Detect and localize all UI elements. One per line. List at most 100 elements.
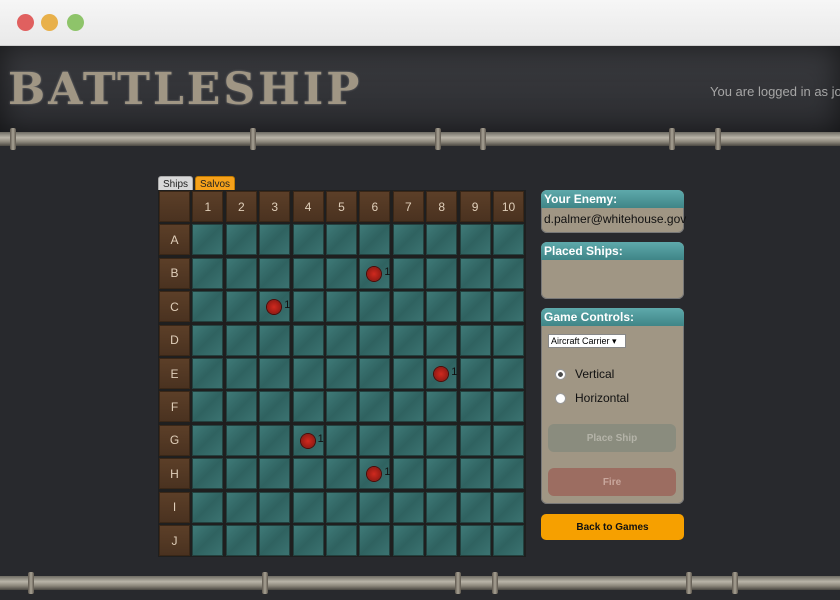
grid-cell[interactable] — [493, 424, 524, 456]
grid-cell[interactable] — [326, 424, 357, 456]
grid-cell[interactable]: 1 — [359, 458, 391, 490]
grid-cell[interactable] — [259, 458, 291, 490]
grid-cell[interactable] — [392, 224, 424, 256]
grid-cell[interactable] — [292, 224, 324, 256]
grid-cell[interactable] — [459, 424, 491, 456]
grid-cell[interactable] — [225, 458, 257, 490]
grid-cell[interactable] — [326, 525, 357, 556]
grid-cell[interactable] — [192, 358, 224, 389]
grid-cell[interactable] — [493, 458, 524, 490]
grid-cell[interactable] — [392, 324, 424, 356]
grid-cell[interactable] — [259, 324, 291, 356]
grid-cell[interactable] — [225, 391, 257, 423]
grid-cell[interactable] — [493, 324, 524, 356]
grid-cell[interactable] — [225, 291, 257, 323]
grid-cell[interactable] — [259, 525, 291, 556]
grid-cell[interactable] — [426, 424, 458, 456]
grid-cell[interactable] — [292, 291, 324, 323]
grid-cell[interactable] — [225, 491, 257, 523]
grid-cell[interactable] — [192, 257, 224, 289]
grid-cell[interactable] — [359, 291, 391, 323]
grid-cell[interactable] — [326, 491, 357, 523]
grid-cell[interactable] — [493, 391, 524, 423]
grid-cell[interactable] — [459, 391, 491, 423]
grid-cell[interactable] — [493, 257, 524, 289]
grid-cell[interactable] — [225, 358, 257, 389]
grid-cell[interactable]: 1 — [259, 291, 290, 323]
grid-cell[interactable] — [359, 324, 391, 356]
grid-cell[interactable] — [192, 491, 224, 523]
grid-cell[interactable] — [493, 358, 524, 389]
grid-cell[interactable] — [259, 358, 291, 389]
grid-cell[interactable] — [292, 324, 324, 356]
grid-cell[interactable] — [259, 224, 291, 256]
grid-cell[interactable] — [426, 224, 458, 256]
grid-cell[interactable] — [426, 491, 458, 523]
grid-cell[interactable] — [292, 458, 324, 490]
grid-cell[interactable] — [493, 491, 524, 523]
grid-cell[interactable] — [392, 458, 424, 490]
grid-cell[interactable] — [392, 391, 424, 423]
grid-cell[interactable] — [459, 525, 491, 556]
grid-cell[interactable] — [292, 391, 324, 423]
grid-cell[interactable] — [392, 525, 424, 556]
grid-cell[interactable] — [192, 525, 224, 556]
grid-cell[interactable] — [459, 491, 491, 523]
grid-cell[interactable] — [225, 224, 257, 256]
grid-cell[interactable] — [392, 424, 424, 456]
grid-cell[interactable] — [192, 458, 224, 490]
grid-cell[interactable] — [292, 358, 324, 389]
grid-cell[interactable] — [359, 424, 391, 456]
grid-cell[interactable] — [493, 224, 524, 256]
grid-cell[interactable] — [459, 458, 491, 490]
ship-type-select[interactable]: Aircraft Carrier ▾ — [548, 334, 626, 348]
close-window-button[interactable] — [17, 14, 34, 31]
grid-cell[interactable] — [359, 391, 391, 423]
minimize-window-button[interactable] — [41, 14, 58, 31]
grid-cell[interactable] — [259, 391, 291, 423]
grid-cell[interactable] — [326, 324, 357, 356]
grid-cell[interactable] — [292, 257, 324, 289]
grid-cell[interactable] — [259, 257, 291, 289]
grid-cell[interactable] — [359, 525, 391, 556]
grid-cell[interactable] — [225, 525, 257, 556]
grid-cell[interactable]: 1 — [426, 358, 457, 389]
grid-cell[interactable] — [326, 224, 357, 256]
grid-cell[interactable] — [359, 491, 391, 523]
grid-cell[interactable] — [192, 324, 224, 356]
back-to-games-button[interactable]: Back to Games — [541, 514, 684, 540]
grid-cell[interactable] — [192, 391, 224, 423]
grid-cell[interactable]: 1 — [292, 424, 324, 456]
grid-cell[interactable] — [292, 525, 324, 556]
grid-cell[interactable] — [426, 458, 458, 490]
grid-cell[interactable] — [392, 291, 424, 323]
grid-cell[interactable] — [493, 525, 524, 556]
grid-cell[interactable] — [359, 358, 391, 389]
grid-cell[interactable] — [259, 491, 291, 523]
grid-cell[interactable] — [326, 391, 357, 423]
vertical-radio[interactable]: Vertical — [555, 367, 614, 381]
grid-cell[interactable] — [459, 324, 491, 356]
grid-cell[interactable] — [326, 458, 357, 490]
place-ship-button[interactable]: Place Ship — [548, 424, 676, 452]
grid-cell[interactable] — [392, 257, 424, 289]
grid-cell[interactable] — [459, 257, 491, 289]
grid-cell[interactable] — [359, 224, 391, 256]
grid-cell[interactable] — [192, 291, 224, 323]
grid-cell[interactable] — [192, 224, 224, 256]
grid-cell[interactable] — [326, 257, 357, 289]
grid-cell[interactable] — [225, 424, 257, 456]
grid-cell[interactable] — [292, 491, 324, 523]
grid-cell[interactable] — [426, 324, 458, 356]
grid-cell[interactable] — [225, 257, 257, 289]
grid-cell[interactable] — [426, 391, 458, 423]
grid-cell[interactable] — [459, 358, 491, 389]
grid-cell[interactable] — [493, 291, 524, 323]
grid-cell[interactable] — [225, 324, 257, 356]
grid-cell[interactable] — [392, 491, 424, 523]
grid-cell[interactable] — [459, 224, 491, 256]
grid-cell[interactable] — [426, 291, 458, 323]
fire-button[interactable]: Fire — [548, 468, 676, 496]
grid-cell[interactable] — [326, 358, 357, 389]
grid-cell[interactable] — [192, 424, 224, 456]
